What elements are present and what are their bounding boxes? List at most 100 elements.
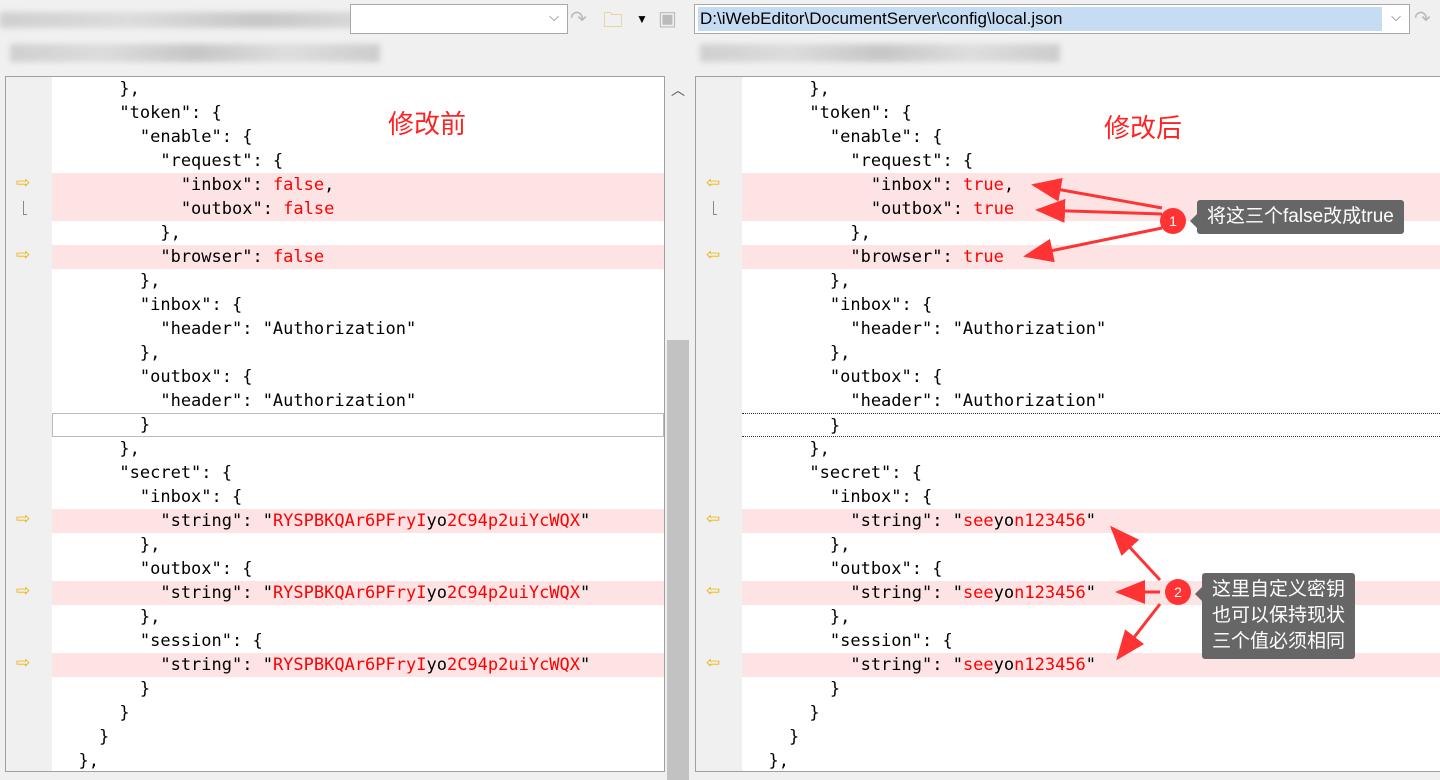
code-line[interactable]: } [742,677,1440,701]
code-token: "inbox": { [748,295,933,315]
scroll-thumb[interactable] [667,340,689,780]
code-line[interactable]: "string": "RYSPBKQAr6PFryIyo2C94p2uiYcWQ… [52,581,664,605]
code-line[interactable]: } [742,725,1440,749]
code-line[interactable]: }, [742,269,1440,293]
code-token: } [748,416,841,436]
code-line[interactable]: }, [742,749,1440,771]
code-line[interactable]: "secret": { [52,461,664,485]
diff-arrow-icon[interactable]: ⇦ [706,245,720,265]
code-line[interactable]: "header": "Authorization" [742,389,1440,413]
code-token: see [962,583,994,603]
save-icon[interactable]: ▣ [658,6,677,31]
code-line[interactable]: "request": { [742,149,1440,173]
scroll-up-icon[interactable]: ︿ [671,80,685,100]
chevron-down-icon[interactable]: ⌵ [549,9,559,25]
code-token: "header": "Authorization" [748,391,1107,411]
diff-arrow-icon[interactable]: ⇨ [16,653,30,673]
code-line[interactable]: }, [52,77,664,101]
chevron-down-icon[interactable]: ⌵ [1391,9,1401,25]
code-token: RYSPBKQAr6PFryI [272,655,427,675]
code-line[interactable]: "inbox": false, [52,173,664,197]
code-line[interactable]: "token": { [742,101,1440,125]
code-line[interactable]: "outbox": { [52,557,664,581]
diff-arrow-icon[interactable]: ⇦ [706,509,720,529]
code-token: , [324,175,335,195]
code-line[interactable]: }, [52,221,664,245]
code-line[interactable]: } [742,413,1440,437]
diff-arrow-icon[interactable]: ⇨ [16,509,30,529]
diff-arrow-icon[interactable]: ⇨ [16,581,30,601]
code-line[interactable]: "string": "seeyon123456" [742,509,1440,533]
code-token: }, [58,223,181,243]
diff-arrow-icon[interactable]: ⇦ [706,581,720,601]
code-token: "outbox": [58,199,284,219]
code-line[interactable]: }, [742,77,1440,101]
left-path-combobox[interactable]: ⌵ [350,4,568,34]
right-path-combobox[interactable]: D:\iWebEditor\DocumentServer\config\loca… [694,4,1410,34]
code-line[interactable]: "inbox": { [742,293,1440,317]
code-line[interactable]: }, [742,533,1440,557]
left-compare-pane[interactable]: }, "token": { "enable": { "request": { "… [5,76,665,772]
code-line[interactable]: } [52,413,664,437]
code-token: yo [993,583,1015,603]
code-line[interactable]: }, [52,605,664,629]
code-line[interactable]: "inbox": { [52,293,664,317]
code-line[interactable]: }, [52,533,664,557]
code-token: "inbox": [58,175,273,195]
code-line[interactable]: "session": { [52,629,664,653]
code-line[interactable]: "string": "RYSPBKQAr6PFryIyo2C94p2uiYcWQ… [52,509,664,533]
code-line[interactable]: "inbox": { [52,485,664,509]
code-token: } [58,679,151,699]
code-line[interactable]: }, [742,341,1440,365]
code-line[interactable]: "inbox": { [742,485,1440,509]
callout-2-line: 这里自定义密钥 [1212,579,1346,600]
right-compare-pane[interactable]: }, "token": { "enable": { "request": { "… [695,76,1440,772]
code-line[interactable]: "token": { [52,101,664,125]
code-line[interactable]: "enable": { [52,125,664,149]
code-line[interactable]: }, [742,437,1440,461]
left-scrollbar[interactable]: ︿ [665,76,691,780]
code-line[interactable]: }, [52,269,664,293]
code-line[interactable]: "outbox": { [52,365,664,389]
code-token: "outbox": { [58,559,253,579]
code-line[interactable]: "inbox": true, [742,173,1440,197]
code-token: } [58,703,130,723]
right-path-input[interactable]: D:\iWebEditor\DocumentServer\config\loca… [698,7,1382,31]
code-line[interactable]: } [52,701,664,725]
code-line[interactable]: }, [52,749,664,771]
reload-icon[interactable]: ↷ [1414,6,1431,31]
right-code[interactable]: }, "token": { "enable": { "request": { "… [742,77,1440,771]
code-line[interactable]: }, [52,437,664,461]
code-line[interactable]: "outbox": false [52,197,664,221]
diff-arrow-icon[interactable]: ⇨ [16,173,30,193]
code-line[interactable]: "enable": { [742,125,1440,149]
code-token: }, [58,607,161,627]
code-line[interactable]: "header": "Authorization" [52,389,664,413]
code-line[interactable]: "string": "RYSPBKQAr6PFryIyo2C94p2uiYcWQ… [52,653,664,677]
diff-arrow-icon[interactable]: ⇨ [16,245,30,265]
code-token: "inbox": { [58,487,243,507]
code-line[interactable]: "header": "Authorization" [52,317,664,341]
code-line[interactable]: } [52,677,664,701]
code-token: "inbox": { [58,295,243,315]
code-token: see [962,655,994,675]
code-token: } [58,727,110,747]
code-token: " [1085,511,1097,531]
left-code[interactable]: }, "token": { "enable": { "request": { "… [52,77,664,771]
code-line[interactable]: }, [52,341,664,365]
code-line[interactable]: "outbox": { [742,365,1440,389]
code-line[interactable]: "header": "Authorization" [742,317,1440,341]
code-line[interactable]: } [52,725,664,749]
code-token: }, [58,751,99,771]
open-folder-icon[interactable]: 🗀 [603,6,623,40]
diff-arrow-icon[interactable]: ⇦ [706,653,720,673]
diff-arrow-icon[interactable]: ⇦ [706,173,720,193]
code-line[interactable]: } [742,701,1440,725]
dropdown-arrow-icon[interactable]: ▼ [636,12,648,26]
code-line[interactable]: "browser": false [52,245,664,269]
reload-icon[interactable]: ↷ [570,6,587,31]
code-line[interactable]: "secret": { [742,461,1440,485]
code-line[interactable]: "request": { [52,149,664,173]
before-label: 修改前 [388,109,467,139]
code-line[interactable]: "browser": true [742,245,1440,269]
